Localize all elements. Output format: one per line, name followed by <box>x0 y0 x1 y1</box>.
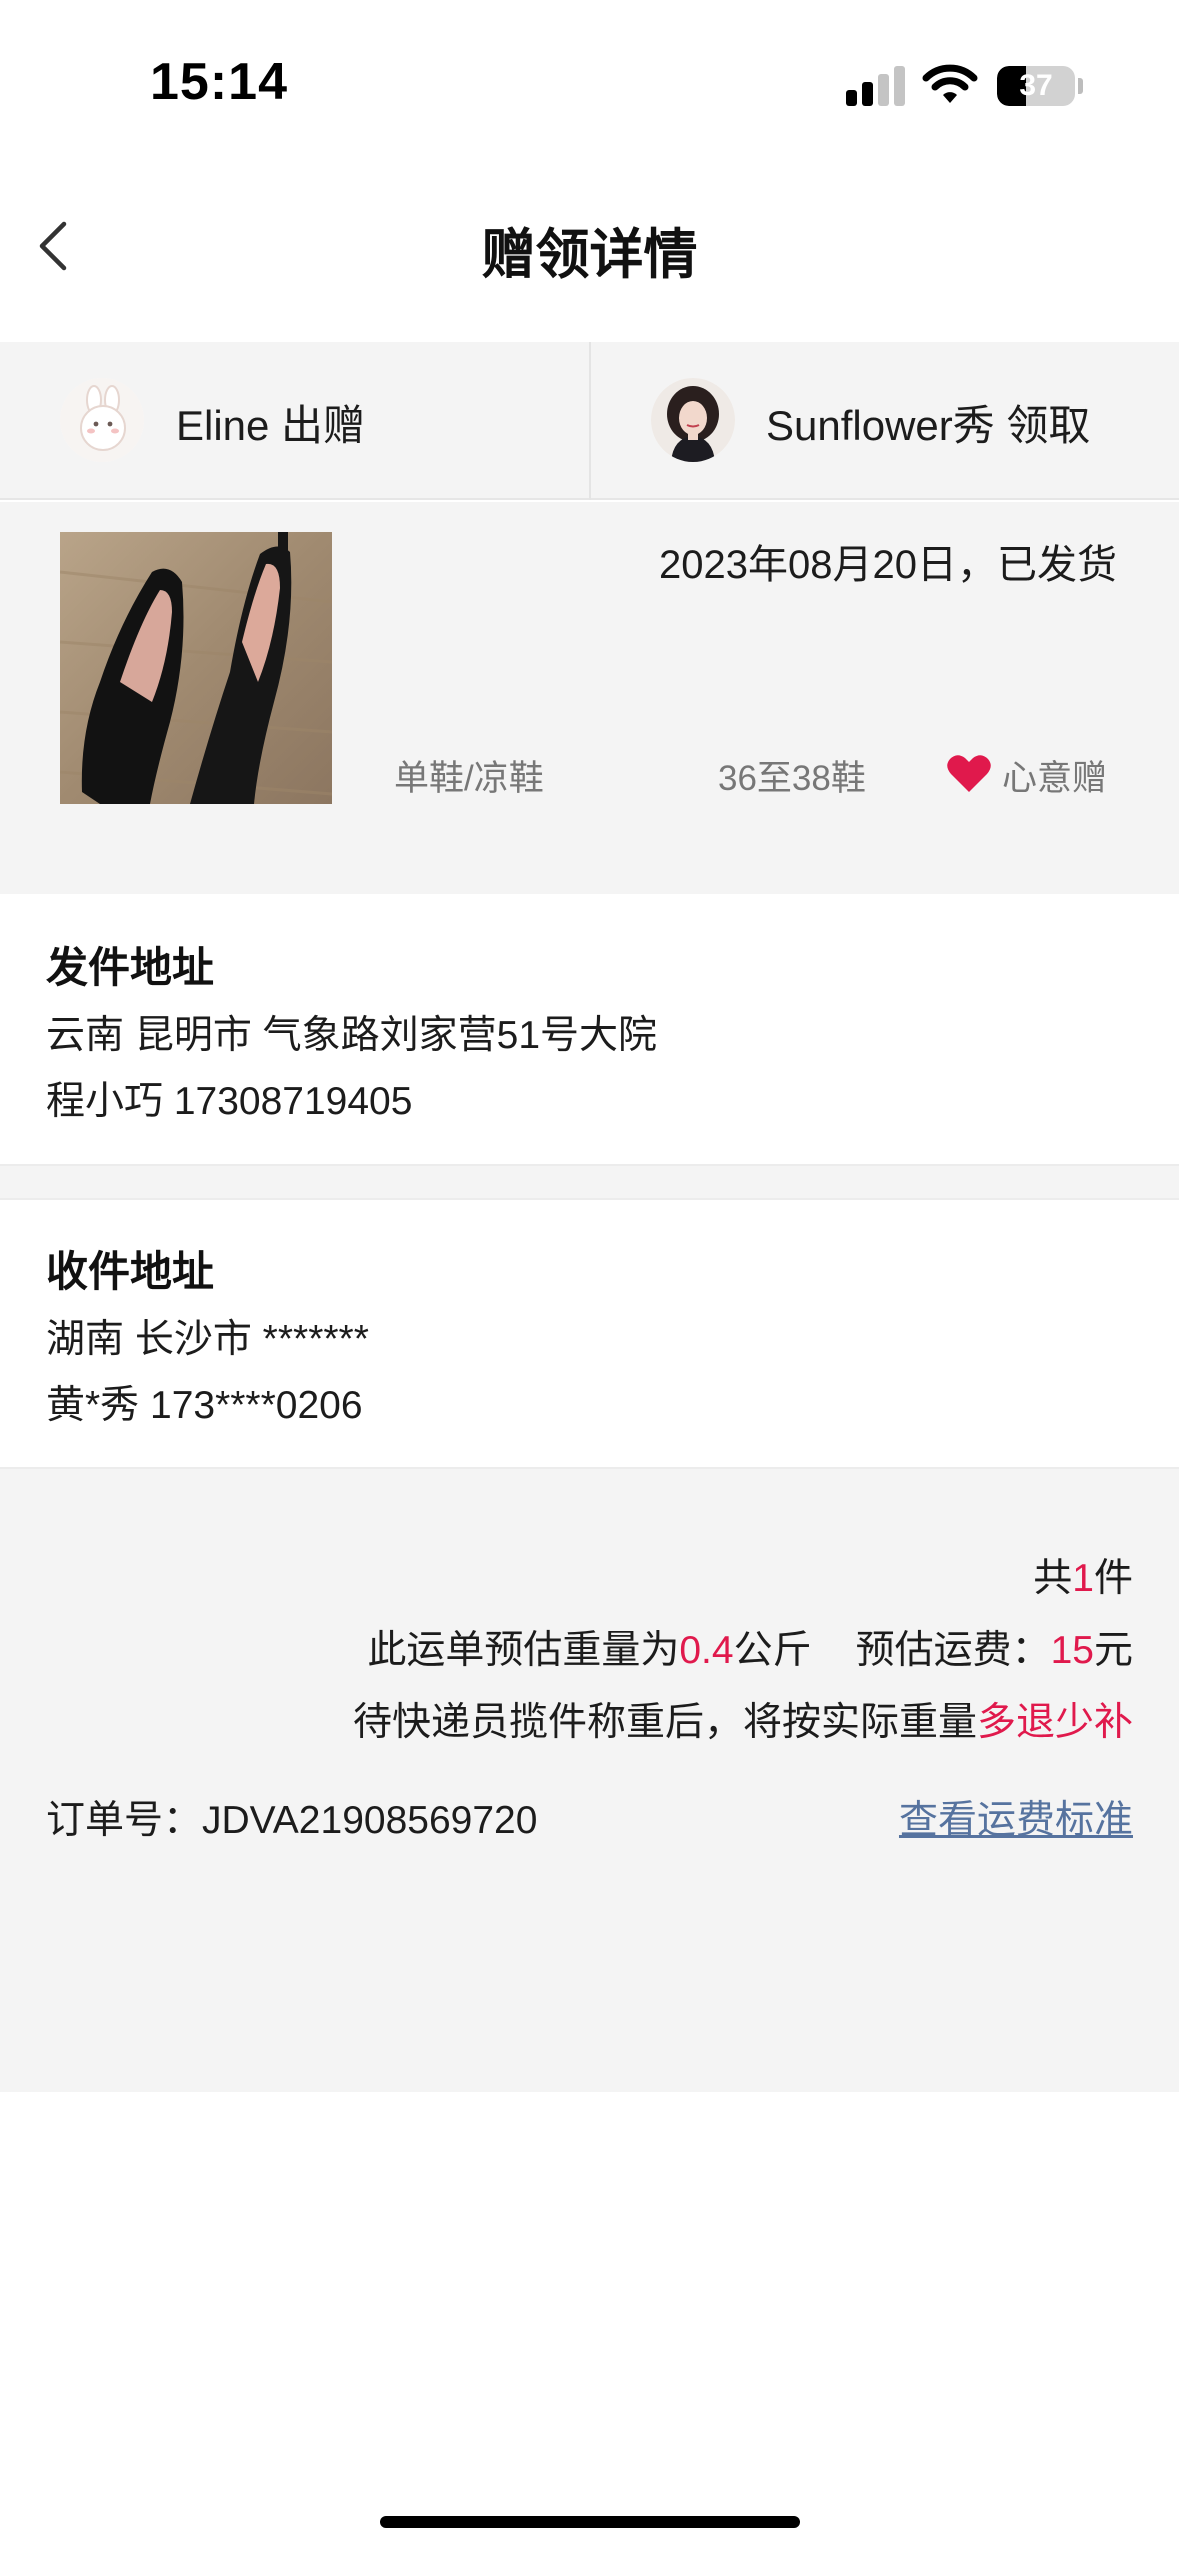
woman-avatar-icon <box>651 378 735 462</box>
bunny-avatar-icon <box>60 378 144 462</box>
weight-value: 0.4 <box>679 1629 734 1672</box>
receiver-address-text: 湖南 长沙市 ******* <box>46 1318 369 1361</box>
order-label: 订单号： <box>46 1799 203 1842</box>
sender-address-title: 发件地址 <box>46 944 215 991</box>
weight-fee-line: 此运单预估重量为0.4公斤 预估运费：15元 <box>367 1619 1133 1675</box>
wifi-icon <box>922 64 978 103</box>
ship-status: 2023年08月20日，已发货 <box>659 543 1117 587</box>
fee-value: 15 <box>1050 1629 1094 1672</box>
item-card[interactable]: 2023年08月20日，已发货 单鞋/凉鞋 36至38鞋 心意赠 <box>0 502 1179 894</box>
item-photo[interactable] <box>60 532 332 804</box>
fee-standard-link[interactable]: 查看运费标准 <box>899 1789 1133 1845</box>
battery-percent: 37 <box>1019 69 1053 102</box>
weight-note: 待快递员揽件称重后，将按实际重量多退少补 <box>353 1691 1133 1747</box>
receiver-label: Sunflower秀 领取 <box>766 402 1091 449</box>
heart-icon <box>947 755 991 792</box>
shipping-summary: 共1件 此运单预估重量为0.4公斤 预估运费：15元 待快递员揽件称重后，将按实际… <box>0 1467 1179 2092</box>
order-value: JDVA21908569720 <box>202 1799 538 1842</box>
receiver-avatar[interactable] <box>651 378 735 462</box>
receiver-address-title: 收件地址 <box>46 1248 215 1295</box>
status-time: 15:14 <box>150 53 288 111</box>
receiver-contact: 黄*秀 173****0206 <box>46 1384 363 1427</box>
battery-cap <box>1078 78 1083 94</box>
black-heels-image <box>60 532 332 804</box>
sender-contact: 程小巧 17308719405 <box>46 1080 413 1123</box>
weight-suffix: 公斤 <box>733 1629 812 1672</box>
receiver-address-card: 收件地址 湖南 长沙市 ******* 黄*秀 173****0206 <box>0 1198 1179 1467</box>
count-prefix: 共 <box>1033 1557 1073 1600</box>
item-count: 共1件 <box>1033 1547 1133 1603</box>
battery-icon: 37 <box>997 66 1075 106</box>
count-value: 1 <box>1072 1557 1094 1600</box>
giver-avatar[interactable] <box>60 378 144 462</box>
weight-prefix: 此运单预估重量为 <box>367 1629 680 1672</box>
divider <box>589 342 591 500</box>
item-category: 单鞋/凉鞋 <box>394 759 544 798</box>
sender-address-text: 云南 昆明市 气象路刘家营51号大院 <box>46 1014 658 1057</box>
sender-address-card: 发件地址 云南 昆明市 气象路刘家营51号大院 程小巧 17308719405 <box>0 894 1179 1164</box>
participants-bar: Eline 出赠 Sunflower秀 领取 <box>0 342 1179 500</box>
fee-prefix: 预估运费： <box>855 1629 1051 1672</box>
count-suffix: 件 <box>1093 1557 1133 1600</box>
page-title: 赠领详情 <box>481 225 698 285</box>
fee-suffix: 元 <box>1093 1629 1133 1672</box>
cellular-signal-icon <box>846 66 906 106</box>
note-highlight: 多退少补 <box>976 1701 1133 1744</box>
order-number: 订单号：JDVA21908569720 <box>46 1789 537 1845</box>
note-prefix: 待快递员揽件称重后，将按实际重量 <box>352 1701 977 1744</box>
section-gap <box>0 1164 1179 1198</box>
gift-type: 心意赠 <box>1002 759 1108 798</box>
home-indicator[interactable] <box>380 2516 800 2528</box>
item-size: 36至38鞋 <box>718 759 866 798</box>
giver-label: Eline 出赠 <box>176 402 366 449</box>
